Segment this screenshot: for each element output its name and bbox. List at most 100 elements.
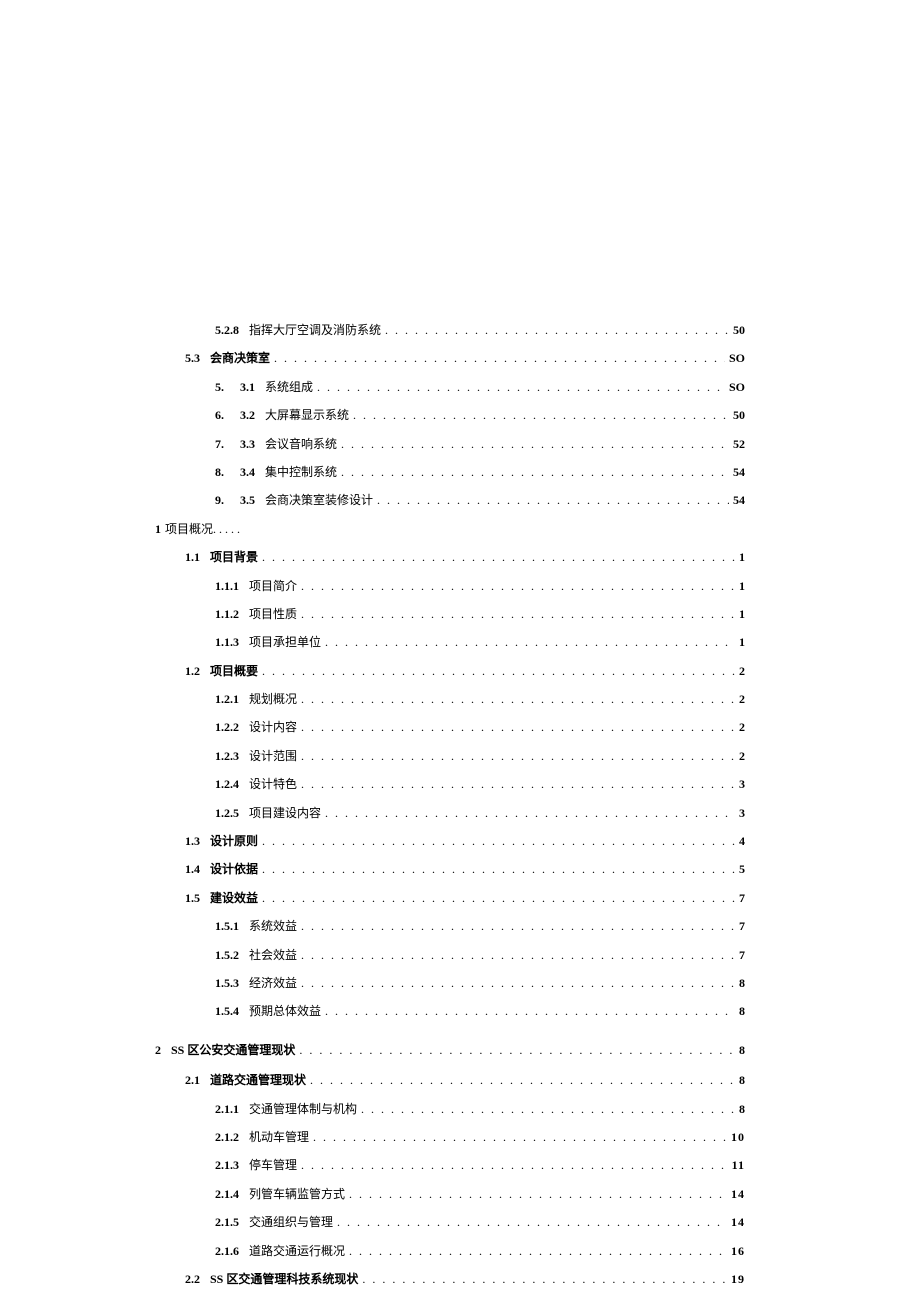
toc-number: 2.2: [185, 1269, 200, 1289]
toc-page-number: 8: [739, 1099, 745, 1119]
toc-leader-dots: . . . . . . . . . . . . . . . . . . . . …: [301, 576, 735, 596]
toc-page-number: 4: [739, 831, 745, 851]
toc-leader-dots: . . . . . . . . . . . . . . . . . . . . …: [301, 746, 735, 766]
toc-title: 规划概况: [249, 689, 297, 709]
toc-number: 1.2.1: [215, 689, 239, 709]
toc-title: 建设效益: [210, 888, 258, 908]
toc-title: 交通管理体制与机构: [249, 1099, 357, 1119]
toc-title: 指挥大厅空调及消防系统: [249, 320, 381, 340]
toc-title: 设计内容: [249, 717, 297, 737]
toc-leader-dots: . . . . . . . . . . . . . . . . . . . . …: [301, 973, 735, 993]
toc-entry: 2.2SS 区交通管理科技系统现状. . . . . . . . . . . .…: [155, 1269, 745, 1289]
toc-number: 2.1.3: [215, 1155, 239, 1175]
toc-number: 8.3.4: [215, 462, 255, 482]
toc-number: 2.1.2: [215, 1127, 239, 1147]
toc-page-number: 50: [733, 320, 745, 340]
toc-number: 1.2.2: [215, 717, 239, 737]
toc-leader-dots: . . . . . . . . . . . . . . . . . . . . …: [301, 774, 735, 794]
toc-page-number: 8: [739, 973, 745, 993]
toc-number: 1.5.2: [215, 945, 239, 965]
toc-page-number: 14: [731, 1212, 745, 1232]
toc-entry: 2.1.1交通管理体制与机构. . . . . . . . . . . . . …: [155, 1099, 745, 1119]
toc-entry: 2SS 区公安交通管理现状. . . . . . . . . . . . . .…: [155, 1040, 745, 1060]
toc-leader-dots: . . . . . . . . . . . . . . . . . . . . …: [262, 859, 735, 879]
toc-entry: 6.3.2大屏幕显示系统. . . . . . . . . . . . . . …: [155, 405, 745, 425]
toc-number: 6. 3.2: [215, 405, 255, 425]
toc-entry: 1.4设计依据. . . . . . . . . . . . . . . . .…: [155, 859, 745, 879]
toc-leader-dots: . . . . . . . . . . . . . . . . . . . . …: [349, 1241, 727, 1261]
toc-title: 集中控制系统: [265, 462, 337, 482]
toc-entry: 1.3设计原则. . . . . . . . . . . . . . . . .…: [155, 831, 745, 851]
toc-number: 2.1.1: [215, 1099, 239, 1119]
toc-leader-dots: . . . . . . . . . . . . . . . . . . . . …: [301, 916, 735, 936]
toc-entry: 1.2.3设计范围. . . . . . . . . . . . . . . .…: [155, 746, 745, 766]
toc-page-number: 2: [739, 717, 745, 737]
toc-leader-dots: . . . . . . . . . . . . . . . . . . . . …: [301, 1155, 728, 1175]
toc-entry: 7. 3.3 会议音响系统. . . . . . . . . . . . . . .…: [155, 434, 745, 454]
toc-number: 2.1: [185, 1070, 200, 1090]
toc-entry: 5.3会商决策室. . . . . . . . . . . . . . . . …: [155, 348, 745, 368]
toc-leader-dots: . . . . . . . . . . . . . . . . . . . . …: [341, 434, 729, 454]
toc-entry: 1.2.5项目建设内容. . . . . . . . . . . . . . .…: [155, 803, 745, 823]
toc-number: 1.1.3: [215, 632, 239, 652]
toc-number: 1.5: [185, 888, 200, 908]
toc-page-number: 7: [739, 945, 745, 965]
toc-num-a: 7.: [215, 434, 224, 454]
toc-page-number: 1: [739, 632, 745, 652]
toc-num-b: 3.1: [240, 377, 255, 397]
toc-entry: 1.1.1 项目简介. . . . . . . . . . . . . . . .…: [155, 576, 745, 596]
toc-leader-dots: . . . . . . . . . . . . . . . . . . . . …: [385, 320, 729, 340]
toc-title: 会议音响系统: [265, 434, 337, 454]
toc-num-b: 3.2: [240, 405, 255, 425]
toc-page-number: SO: [729, 377, 745, 397]
toc-entry: 1.1.2项目性质. . . . . . . . . . . . . . . .…: [155, 604, 745, 624]
toc-entry: 1.5.2社会效益. . . . . . . . . . . . . . . .…: [155, 945, 745, 965]
toc-page-number: 2: [739, 746, 745, 766]
toc-entry: 9.3.5 会商决策室装修设计. . . . . . . . . . . . . …: [155, 490, 745, 510]
toc-leader-dots: . . . . . . . . . . . . . . . . . . . . …: [301, 604, 735, 624]
toc-num-a: 6.: [215, 405, 224, 425]
toc-title: 道路交通管理现状: [210, 1070, 306, 1090]
toc-title: 项目背景: [210, 547, 258, 567]
toc-title: 交通组织与管理: [249, 1212, 333, 1232]
toc-leader-dots: . . . . . . . . . . . . . . . . . . . . …: [325, 1001, 735, 1021]
toc-entry: 5.2.8 指挥大厅空调及消防系统. . . . . . . . . . . . …: [155, 320, 745, 340]
toc-entry: 2.1.2机动车管理. . . . . . . . . . . . . . . …: [155, 1127, 745, 1147]
toc-entry: 8.3.4 集中控制系统. . . . . . . . . . . . . . .…: [155, 462, 745, 482]
toc-title: SS 区交通管理科技系统现状: [210, 1269, 358, 1289]
toc-leader-dots: . . . . . . . . . . . . . . . . . . . . …: [274, 348, 725, 368]
toc-leader-dots: . . . . . . . . . . . . . . . . . . . . …: [325, 803, 735, 823]
toc-leader-dots: . . . . . . . . . . . . . . . . . . . . …: [337, 1212, 727, 1232]
toc-entry: 1.5.3 经济效益. . . . . . . . . . . . . . . .…: [155, 973, 745, 993]
toc-entry: 5.3.1系统组成. . . . . . . . . . . . . . . .…: [155, 377, 745, 397]
toc-page-number: 19: [731, 1269, 745, 1289]
toc-entry: 1.1.3项目承担单位. . . . . . . . . . . . . . .…: [155, 632, 745, 652]
toc-title: 项目简介: [249, 576, 297, 596]
toc-number: 1.5.3: [215, 973, 239, 993]
toc-page-number: 1: [739, 604, 745, 624]
toc-leader-dots: . . . . . . . . . . . . . . . . . . . . …: [341, 462, 729, 482]
toc-title: 设计原则: [210, 831, 258, 851]
toc-title: 项目承担单位: [249, 632, 321, 652]
toc-leader-dots: . . . . . . . . . . . . . . . . . . . . …: [377, 490, 729, 510]
toc-number: 9.3.5: [215, 490, 255, 510]
toc-number: 5.2.8: [215, 320, 239, 340]
toc-page-number: 2: [739, 661, 745, 681]
toc-page-number: 3: [739, 803, 745, 823]
toc-entry: 2.1.3停车管理. . . . . . . . . . . . . . . .…: [155, 1155, 745, 1175]
toc-leader-dots: . . . . . . . . . . . . . . . . . . . . …: [262, 547, 735, 567]
toc-entry: 1.2.2设计内容. . . . . . . . . . . . . . . .…: [155, 717, 745, 737]
toc-number: 2: [155, 1040, 161, 1060]
toc-leader-dots: . . . . . . . . . . . . . . . . . . . . …: [317, 377, 725, 397]
toc-title: 项目概况. . . . .: [165, 519, 240, 539]
toc-title: 会商决策室装修设计: [265, 490, 373, 510]
toc-leader-dots: . . . . . . . . . . . . . . . . . . . . …: [299, 1040, 735, 1060]
toc-entry: 1.5建设效益. . . . . . . . . . . . . . . . .…: [155, 888, 745, 908]
toc-num-b: 3.3: [240, 434, 255, 454]
toc-number: 1.2: [185, 661, 200, 681]
toc-page-number: 5: [739, 859, 745, 879]
toc-title: 经济效益: [249, 973, 297, 993]
toc-title: 项目建设内容: [249, 803, 321, 823]
toc-title: 项目概要: [210, 661, 258, 681]
toc-number: 1.1.1: [215, 576, 239, 596]
